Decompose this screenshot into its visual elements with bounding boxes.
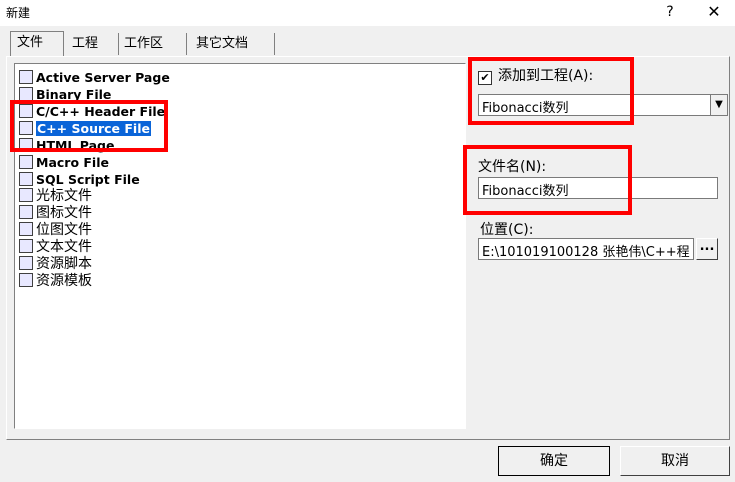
cursor-file-icon [19,188,33,202]
list-item[interactable]: 资源模板 [19,273,92,290]
asp-file-icon [19,70,33,84]
chevron-down-icon[interactable]: ▼ [710,95,727,115]
sql-script-icon [19,172,33,186]
list-item[interactable]: 图标文件 [19,205,92,222]
tab-projects[interactable]: 工程 [66,33,119,55]
location-input[interactable]: E:\101019100128 张艳伟\C++程 [478,238,694,260]
close-button[interactable]: ✕ [694,0,734,26]
list-item[interactable]: SQL Script File [19,171,140,188]
location-value: E:\101019100128 张艳伟\C++程 [482,245,690,260]
help-button[interactable]: ? [650,0,690,26]
resource-template-icon [19,273,33,287]
bitmap-file-icon [19,222,33,236]
list-item[interactable]: Macro File [19,154,109,171]
macro-file-icon [19,155,33,169]
tab-workspaces[interactable]: 工作区 [118,33,187,55]
resource-script-icon [19,256,33,270]
tab-other-documents[interactable]: 其它文档 [190,33,275,55]
highlight-box-add-to-project [468,57,634,125]
text-file-icon [19,239,33,253]
highlight-box-file-name [463,145,632,215]
window-title: 新建 [6,6,31,20]
cancel-button[interactable]: 取消 [620,446,730,476]
list-item[interactable]: 位图文件 [19,222,92,239]
location-label: 位置(C): [480,222,534,238]
highlight-box-source-file [10,100,168,152]
title-bar: 新建 ? ✕ [0,0,735,26]
list-item[interactable]: 文本文件 [19,239,92,256]
list-item[interactable]: Active Server Page [19,69,170,86]
binary-file-icon [19,87,33,101]
ok-button[interactable]: 确定 [498,446,610,476]
icon-file-icon [19,205,33,219]
browse-button[interactable]: ... [696,238,718,260]
tab-files[interactable]: 文件 [10,31,64,56]
list-item[interactable]: 资源脚本 [19,256,92,273]
list-item[interactable]: 光标文件 [19,188,92,205]
